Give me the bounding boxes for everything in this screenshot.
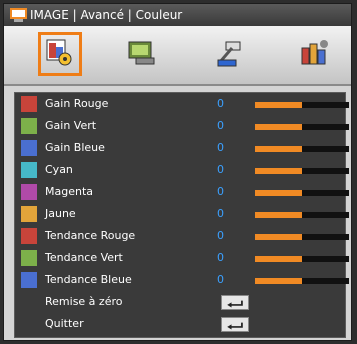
setting-row-gain-vert[interactable]: Gain Vert 0: [15, 116, 349, 138]
color-settings-list: Gain Rouge 0 Gain Vert 0 Gain Bleue 0 Cy…: [14, 92, 349, 338]
setting-row-jaune[interactable]: Jaune 0: [15, 204, 349, 226]
setting-value: 0: [217, 97, 224, 110]
setting-label: Tendance Bleue: [45, 273, 132, 286]
setting-value: 0: [217, 251, 224, 264]
color-swatch-icon: [21, 184, 37, 200]
setting-label: Jaune: [45, 207, 76, 220]
osd-menu-panel: IMAGE | Avancé | Couleur Gain Rouge 0 Ga…: [3, 3, 352, 341]
color-swatch-icon: [21, 250, 37, 266]
setting-label: Magenta: [45, 185, 94, 198]
reset-row[interactable]: Remise à zéro: [15, 292, 345, 314]
level-slider[interactable]: [255, 256, 349, 262]
tab-image[interactable]: [38, 32, 82, 76]
reset-label: Remise à zéro: [45, 295, 123, 308]
setting-label: Gain Bleue: [45, 141, 105, 154]
title-bar: IMAGE | Avancé | Couleur: [4, 4, 351, 26]
color-swatch-icon: [21, 272, 37, 288]
color-swatch-icon: [21, 228, 37, 244]
level-slider[interactable]: [255, 190, 349, 196]
setting-value: 0: [217, 273, 224, 286]
setting-label: Cyan: [45, 163, 73, 176]
level-slider[interactable]: [255, 124, 349, 130]
display-icon: [128, 41, 155, 65]
options-icon: [301, 40, 328, 65]
color-swatch-icon: [21, 118, 37, 134]
setting-row-tendance-bleue[interactable]: Tendance Bleue 0: [15, 270, 349, 292]
setting-label: Gain Vert: [45, 119, 97, 132]
breadcrumb: IMAGE | Avancé | Couleur: [30, 8, 183, 22]
setting-row-tendance-rouge[interactable]: Tendance Rouge 0: [15, 226, 349, 248]
color-swatch-icon: [21, 162, 37, 178]
setting-value: 0: [217, 185, 224, 198]
setting-row-cyan[interactable]: Cyan 0: [15, 160, 349, 182]
setup-icon: [217, 41, 241, 67]
tab-options[interactable]: [296, 36, 332, 72]
level-slider[interactable]: [255, 102, 349, 108]
setting-value: 0: [217, 229, 224, 242]
exit-row[interactable]: Quitter: [15, 314, 345, 336]
exit-label: Quitter: [45, 317, 84, 330]
setting-value: 0: [217, 141, 224, 154]
color-swatch-icon: [21, 140, 37, 156]
tab-bar: [4, 26, 351, 86]
setting-row-tendance-vert[interactable]: Tendance Vert 0: [15, 248, 349, 270]
tab-setup[interactable]: [212, 36, 248, 72]
enter-icon[interactable]: [221, 317, 249, 332]
color-swatch-icon: [21, 96, 37, 112]
level-slider[interactable]: [255, 212, 349, 218]
setting-value: 0: [217, 119, 224, 132]
setting-label: Tendance Vert: [45, 251, 123, 264]
setting-row-gain-rouge[interactable]: Gain Rouge 0: [15, 94, 349, 116]
tab-display[interactable]: [124, 36, 160, 72]
setting-value: 0: [217, 163, 224, 176]
setting-label: Tendance Rouge: [45, 229, 136, 242]
enter-icon[interactable]: [221, 295, 249, 310]
setting-row-gain-bleue[interactable]: Gain Bleue 0: [15, 138, 349, 160]
level-slider[interactable]: [255, 278, 349, 284]
setting-label: Gain Rouge: [45, 97, 109, 110]
level-slider[interactable]: [255, 234, 349, 240]
setting-value: 0: [217, 207, 224, 220]
color-swatch-icon: [21, 206, 37, 222]
menu-icon: [10, 8, 27, 22]
level-slider[interactable]: [255, 168, 349, 174]
setting-row-magenta[interactable]: Magenta 0: [15, 182, 349, 204]
picture-settings-icon: [46, 39, 72, 66]
level-slider[interactable]: [255, 146, 349, 152]
